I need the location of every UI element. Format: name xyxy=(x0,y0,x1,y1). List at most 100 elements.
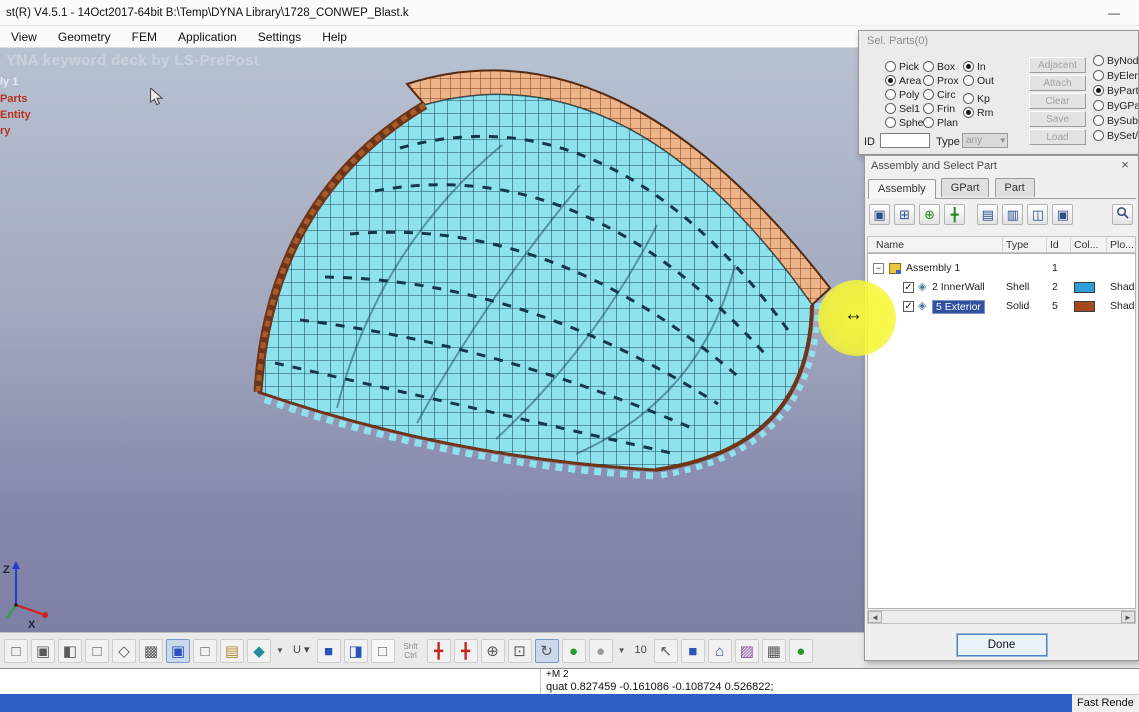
visibility-checkbox[interactable]: ✓ xyxy=(903,282,914,293)
palette-icon[interactable]: ▨ xyxy=(734,638,759,663)
checker-icon[interactable]: ▦ xyxy=(761,638,786,663)
minimize-button[interactable]: — xyxy=(1095,2,1133,24)
radio-bypart[interactable]: ByPart xyxy=(1093,85,1138,98)
part-tree[interactable]: − Assembly 1 1 ✓ ◈ 2 InnerWall Shell 2 S… xyxy=(867,253,1136,609)
tree-row-exterior[interactable]: ✓ ◈ 5 Exterior Solid 5 Shad xyxy=(868,298,1135,316)
done-button[interactable]: Done xyxy=(956,634,1047,656)
menu-settings[interactable]: Settings xyxy=(249,26,310,47)
column-id[interactable]: Id xyxy=(1050,239,1059,251)
toolbar-icon[interactable]: □ xyxy=(193,638,217,663)
toolbar-icon[interactable]: ■ xyxy=(316,638,341,663)
column-name[interactable]: Name xyxy=(876,239,904,251)
toolbar-icon[interactable]: □ xyxy=(85,638,109,663)
toolbar-icon[interactable]: ◧ xyxy=(58,638,82,663)
clipped-tree-label[interactable]: Entity xyxy=(0,109,31,121)
radio-bynode[interactable]: ByNode xyxy=(1093,55,1138,68)
detail-view-icon[interactable]: ◫ xyxy=(1027,204,1049,225)
add-assembly-icon[interactable]: ⊕ xyxy=(919,204,941,225)
tree-row-innerwall[interactable]: ✓ ◈ 2 InnerWall Shell 2 Shad xyxy=(868,279,1135,297)
search-icon[interactable] xyxy=(1112,204,1133,225)
undo-tool[interactable]: U ▾ xyxy=(289,639,314,663)
part-name-editing[interactable]: 5 Exterior xyxy=(932,300,985,314)
add-icon[interactable]: ╋ xyxy=(453,638,478,663)
part-name[interactable]: 2 InnerWall xyxy=(932,281,985,293)
zoom-level[interactable]: 10 xyxy=(631,639,651,663)
expand-all-icon[interactable]: ▣ xyxy=(869,204,890,225)
radio-prox[interactable]: Prox xyxy=(923,75,959,88)
sphere-gray-icon[interactable]: ● xyxy=(588,638,613,663)
scroll-right-icon[interactable]: ► xyxy=(1121,611,1135,623)
radio-kp[interactable]: Kp xyxy=(963,93,990,106)
type-dropdown[interactable]: any ▾ xyxy=(962,133,1008,148)
tab-assembly[interactable]: Assembly xyxy=(868,179,936,199)
pick-arrow-icon[interactable]: ↖ xyxy=(653,638,678,663)
chevron-down-icon[interactable]: ▼ xyxy=(274,639,286,663)
radio-area[interactable]: Area xyxy=(885,75,921,88)
radio-bysetgr[interactable]: BySet/Gr xyxy=(1093,130,1138,143)
radio-byelem[interactable]: ByElem xyxy=(1093,70,1138,83)
zoom-box-icon[interactable]: ⊡ xyxy=(507,638,532,663)
radio-circ[interactable]: Circ xyxy=(923,89,956,102)
toolbar-icon[interactable]: ◨ xyxy=(343,638,368,663)
tab-part[interactable]: Part xyxy=(994,178,1035,197)
column-color[interactable]: Col... xyxy=(1074,239,1099,251)
menu-view[interactable]: View xyxy=(2,26,46,47)
column-type[interactable]: Type xyxy=(1006,239,1029,251)
render-sphere-icon[interactable]: ● xyxy=(788,638,813,663)
radio-poly[interactable]: Poly xyxy=(885,89,919,102)
radio-rm[interactable]: Rm xyxy=(963,107,993,120)
close-icon[interactable]: × xyxy=(1117,157,1133,173)
menu-help[interactable]: Help xyxy=(313,26,356,47)
tree-row-assembly[interactable]: − Assembly 1 1 xyxy=(868,260,1135,278)
zoom-in-icon[interactable]: ⊕ xyxy=(480,638,505,663)
radio-pick[interactable]: Pick xyxy=(885,61,919,74)
table-header[interactable]: Name Type Id Col... Plo... xyxy=(867,236,1136,253)
radio-frin[interactable]: Frin xyxy=(923,103,955,116)
radio-plan[interactable]: Plan xyxy=(923,117,958,130)
add-element-icon[interactable]: ╋ xyxy=(426,638,451,663)
tree-view-icon[interactable]: ▥ xyxy=(1002,204,1024,225)
horizontal-scrollbar[interactable]: ◄ ► xyxy=(867,610,1136,624)
attach-button[interactable]: Attach xyxy=(1029,75,1086,91)
home-view-icon[interactable]: ⌂ xyxy=(707,638,732,663)
shift-ctrl-toggle[interactable]: Shft Ctrl xyxy=(398,639,424,663)
toolbar-icon-active-view[interactable]: ▣ xyxy=(166,638,190,663)
radio-sphe[interactable]: Sphe xyxy=(885,117,924,130)
menu-fem[interactable]: FEM xyxy=(123,26,166,47)
load-button[interactable]: Load xyxy=(1029,129,1086,145)
part-view-icon[interactable]: ▣ xyxy=(1052,204,1074,225)
save-button[interactable]: Save xyxy=(1029,111,1086,127)
collapse-all-icon[interactable]: ⊞ xyxy=(894,204,916,225)
chevron-down-icon[interactable]: ▼ xyxy=(616,639,628,663)
radio-out[interactable]: Out xyxy=(963,75,994,88)
rotate-icon[interactable]: ↻ xyxy=(534,638,559,663)
toolbar-icon[interactable]: ▩ xyxy=(139,638,163,663)
new-item-icon[interactable]: ╋ xyxy=(944,204,966,225)
clipped-tree-label[interactable]: ly 1 xyxy=(0,76,18,88)
list-view-icon[interactable]: ▤ xyxy=(977,204,999,225)
solid-cube-icon[interactable]: ■ xyxy=(680,638,705,663)
toolbar-icon[interactable]: □ xyxy=(370,638,395,663)
radio-in[interactable]: In xyxy=(963,61,986,74)
expander-icon[interactable]: − xyxy=(873,263,884,274)
clipped-tree-label[interactable]: Parts xyxy=(0,93,28,105)
toolbar-icon[interactable]: □ xyxy=(4,638,28,663)
color-swatch[interactable] xyxy=(1074,282,1095,293)
menu-application[interactable]: Application xyxy=(169,26,246,47)
toolbar-icon[interactable]: ▣ xyxy=(31,638,55,663)
assembly-name[interactable]: Assembly 1 xyxy=(906,262,960,274)
radio-sel1[interactable]: Sel1 xyxy=(885,103,920,116)
radio-bygpart[interactable]: ByGPart xyxy=(1093,100,1138,113)
scroll-left-icon[interactable]: ◄ xyxy=(868,611,882,623)
toolbar-icon[interactable]: ◇ xyxy=(112,638,136,663)
adjacent-button[interactable]: Adjacent xyxy=(1029,57,1086,73)
tab-gpart[interactable]: GPart xyxy=(940,178,990,197)
visibility-checkbox[interactable]: ✓ xyxy=(903,301,914,312)
color-swatch[interactable] xyxy=(1074,301,1095,312)
id-input[interactable] xyxy=(880,133,930,148)
toolbar-icon[interactable]: ▤ xyxy=(220,638,244,663)
sphere-icon[interactable]: ● xyxy=(561,638,586,663)
plot-mode[interactable]: Shad xyxy=(1110,300,1135,312)
radio-box[interactable]: Box xyxy=(923,61,955,74)
radio-bysubsy[interactable]: BySubsy xyxy=(1093,115,1138,128)
